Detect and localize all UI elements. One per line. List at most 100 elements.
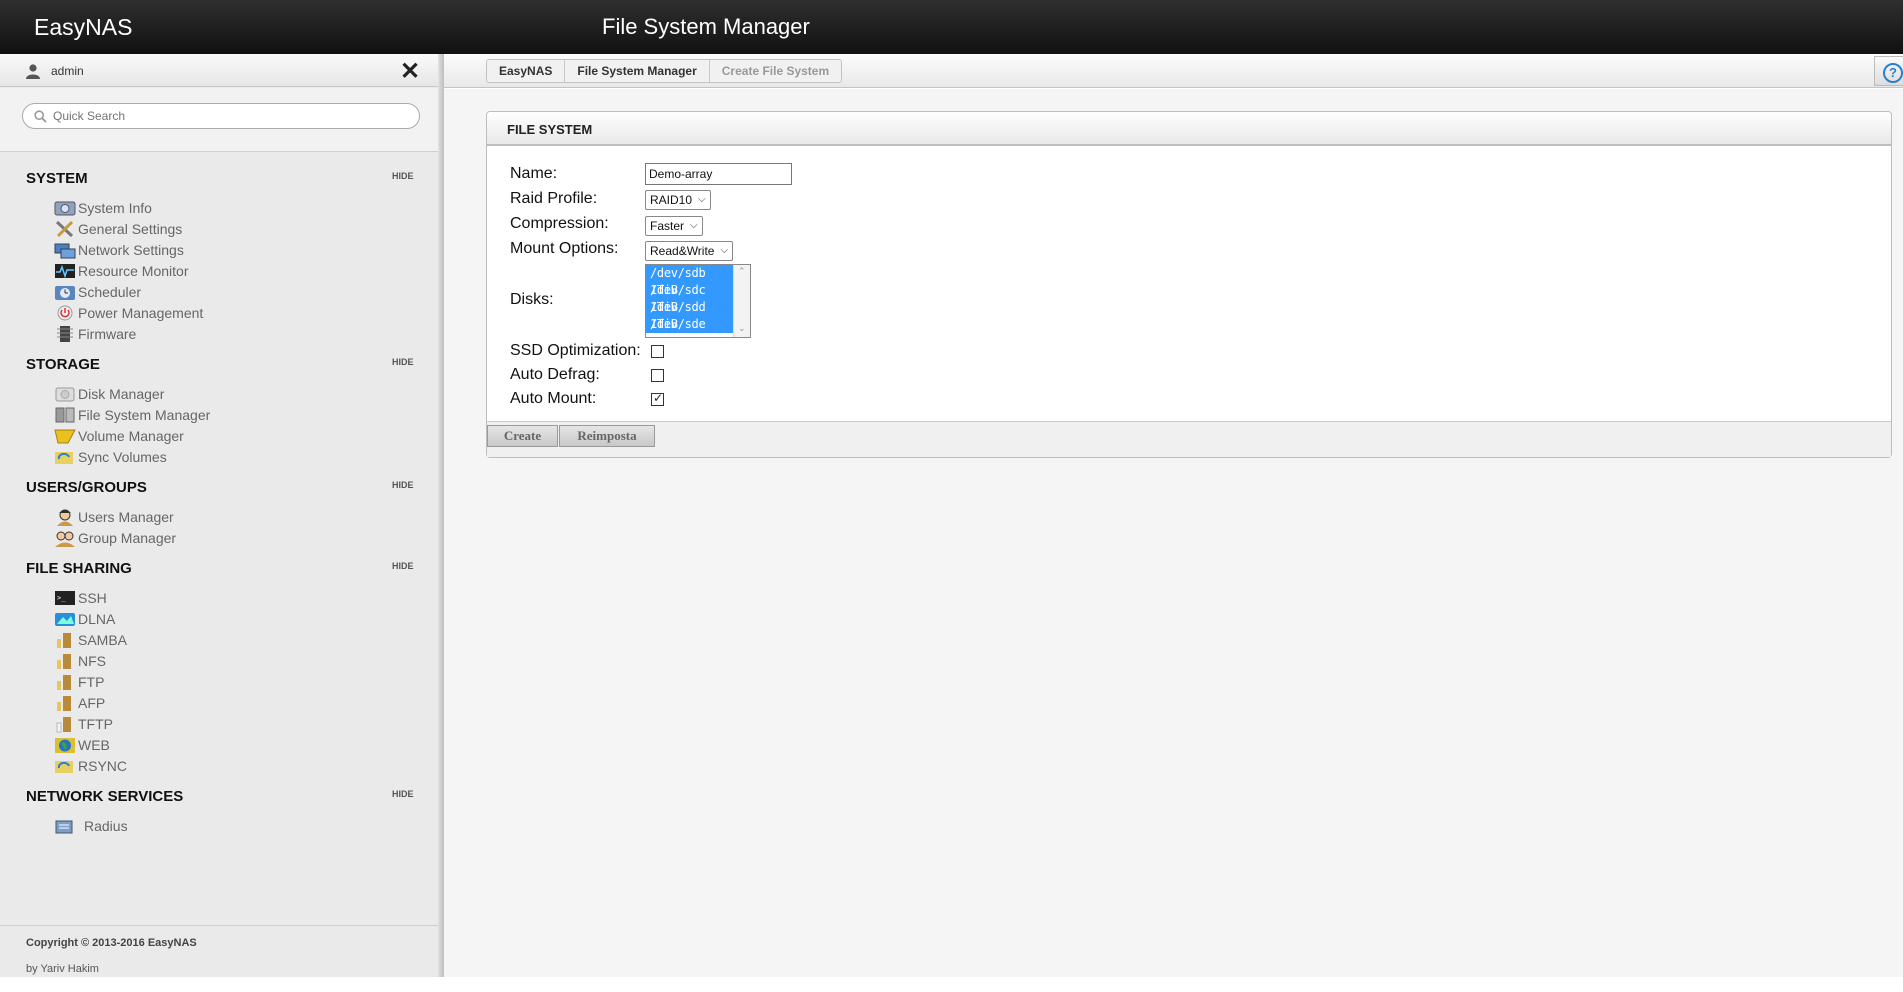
listbox-scrollbar[interactable]: ⌃ ⌄ <box>733 265 750 337</box>
auto-defrag-checkbox[interactable] <box>651 369 664 382</box>
power-icon <box>57 305 73 321</box>
sidebar-item-sync-volumes[interactable]: Sync Volumes <box>54 447 167 467</box>
sidebar-item-label: Volume Manager <box>78 428 184 444</box>
name-field[interactable] <box>645 163 792 185</box>
user-bar: admin ✕ <box>0 54 438 87</box>
copyright-text: Copyright © 2013-2016 EasyNAS <box>26 937 197 949</box>
sidebar-item-file-system-manager[interactable]: File System Manager <box>54 405 210 425</box>
disk-icon <box>55 387 75 402</box>
sidebar-item-tftp[interactable]: TFTP <box>54 714 113 734</box>
sidebar-item-disk-manager[interactable]: Disk Manager <box>54 384 164 404</box>
sidebar-item-users-manager[interactable]: Users Manager <box>54 507 174 527</box>
sidebar-item-network-settings[interactable]: Network Settings <box>54 240 184 260</box>
sync-icon <box>55 761 73 773</box>
sidebar-item-volume-manager[interactable]: Volume Manager <box>54 426 184 446</box>
sidebar-item-system-info[interactable]: System Info <box>54 198 152 218</box>
sidebar-item-label: RSYNC <box>78 758 128 774</box>
disk-option[interactable]: /dev/sdb 1TiB <box>646 265 734 297</box>
panel-header: FILE SYSTEM <box>487 112 1891 146</box>
sidebar-item-label: Scheduler <box>78 284 142 300</box>
sidebar-item-radius[interactable]: Radius <box>54 816 128 836</box>
name-label: Name: <box>510 165 558 182</box>
footer-divider <box>0 925 438 926</box>
sidebar-item-afp[interactable]: AFP <box>54 693 105 713</box>
sidebar-item-nfs[interactable]: NFS <box>54 651 106 671</box>
raid-profile-select[interactable]: RAID10 ⌵ <box>645 190 711 210</box>
disk-option[interactable]: /dev/sde 1TiB <box>646 316 734 337</box>
disks-label: Disks: <box>510 291 554 308</box>
sidebar-item-group-manager[interactable]: Group Manager <box>54 528 176 548</box>
reset-button[interactable]: Reimposta <box>559 425 655 447</box>
close-icon[interactable]: ✕ <box>400 57 420 86</box>
section-title-users-groups: USERS/GROUPS <box>26 479 147 496</box>
scroll-up-icon[interactable]: ⌃ <box>738 266 746 277</box>
brand-logo[interactable]: EasyNAS <box>34 14 132 41</box>
create-button[interactable]: Create <box>487 425 558 447</box>
sidebar-item-label: Firmware <box>78 326 137 342</box>
hide-sharing-link[interactable]: HIDE <box>392 561 414 571</box>
sidebar-item-label: Disk Manager <box>78 386 165 402</box>
sidebar-item-label: FTP <box>78 674 105 690</box>
breadcrumb: EasyNAS File System Manager Create File … <box>486 59 843 83</box>
sync-icon <box>55 452 73 464</box>
user-icon <box>26 64 40 79</box>
sidebar-item-label: NFS <box>78 653 106 669</box>
sidebar-item-firmware[interactable]: Firmware <box>54 324 136 344</box>
breadcrumb-item-file-system-manager[interactable]: File System Manager <box>565 60 710 82</box>
sidebar-item-label: WEB <box>78 737 110 753</box>
sidebar-item-label: DLNA <box>78 611 116 627</box>
sidebar-item-web[interactable]: WEB <box>54 735 110 755</box>
mount-options-select[interactable]: Read&Write ⌵ <box>645 241 734 261</box>
sidebar-item-label: Users Manager <box>78 509 174 525</box>
hide-users-link[interactable]: HIDE <box>392 480 414 490</box>
scroll-down-icon[interactable]: ⌄ <box>738 323 746 334</box>
svg-text:>_: >_ <box>57 594 66 602</box>
panel-title: FILE SYSTEM <box>507 122 593 137</box>
sidebar-item-label: File System Manager <box>78 407 211 423</box>
sidebar-item-label: General Settings <box>78 221 183 237</box>
quick-search-input[interactable] <box>22 103 420 129</box>
chevron-down-icon: ⌵ <box>690 220 698 231</box>
tools-icon <box>55 220 74 238</box>
share-folder-icon <box>57 696 71 711</box>
sidebar-item-rsync[interactable]: RSYNC <box>54 756 127 776</box>
raid-profile-label: Raid Profile: <box>510 190 598 207</box>
disks-listbox[interactable]: /dev/sdb 1TiB /dev/sdc 1TiB /dev/sdd 1Ti… <box>645 264 751 338</box>
sidebar-item-ssh[interactable]: >_ SSH <box>54 588 107 608</box>
mount-options-label: Mount Options: <box>510 240 619 257</box>
disk-option[interactable]: /dev/sdd 1TiB <box>646 299 734 331</box>
section-title-system: SYSTEM <box>26 170 88 187</box>
sidebar-item-label: TFTP <box>78 716 113 732</box>
hide-network-link[interactable]: HIDE <box>392 789 414 799</box>
share-folder-icon <box>57 675 71 690</box>
sidebar-item-label: Resource Monitor <box>78 263 189 279</box>
help-icon: ? <box>1883 63 1903 83</box>
hide-storage-link[interactable]: HIDE <box>392 357 414 367</box>
sidebar-item-resource-monitor[interactable]: Resource Monitor <box>54 261 189 281</box>
sidebar-item-scheduler[interactable]: Scheduler <box>54 282 141 302</box>
clock-icon <box>55 286 75 300</box>
network-icon <box>54 243 76 259</box>
compression-value: Faster <box>650 219 685 233</box>
sidebar-item-label: Network Settings <box>78 242 184 258</box>
sidebar-item-general-settings[interactable]: General Settings <box>54 219 182 239</box>
share-folder-icon <box>57 633 71 648</box>
disk-option[interactable]: /dev/sdc 1TiB <box>646 282 734 314</box>
dlna-icon <box>55 613 75 626</box>
help-button[interactable]: ? <box>1874 56 1903 86</box>
auto-mount-checkbox[interactable]: ✓ <box>651 391 664 406</box>
volume-icon <box>54 429 76 444</box>
hide-system-link[interactable]: HIDE <box>392 171 414 181</box>
sidebar-item-power-management[interactable]: Power Management <box>54 303 203 323</box>
globe-icon <box>55 738 75 753</box>
sidebar-item-ftp[interactable]: FTP <box>54 672 104 692</box>
sidebar-item-dlna[interactable]: DLNA <box>54 609 115 629</box>
ssd-optimization-checkbox[interactable] <box>651 345 664 358</box>
chevron-down-icon: ⌵ <box>698 194 706 205</box>
breadcrumb-item-easynas[interactable]: EasyNAS <box>487 60 566 82</box>
author-text: by Yariv Hakim <box>26 963 99 975</box>
sidebar-item-samba[interactable]: SAMBA <box>54 630 127 650</box>
compression-select[interactable]: Faster ⌵ <box>645 216 703 236</box>
auto-defrag-label: Auto Defrag: <box>510 366 600 383</box>
username[interactable]: admin <box>51 64 84 78</box>
